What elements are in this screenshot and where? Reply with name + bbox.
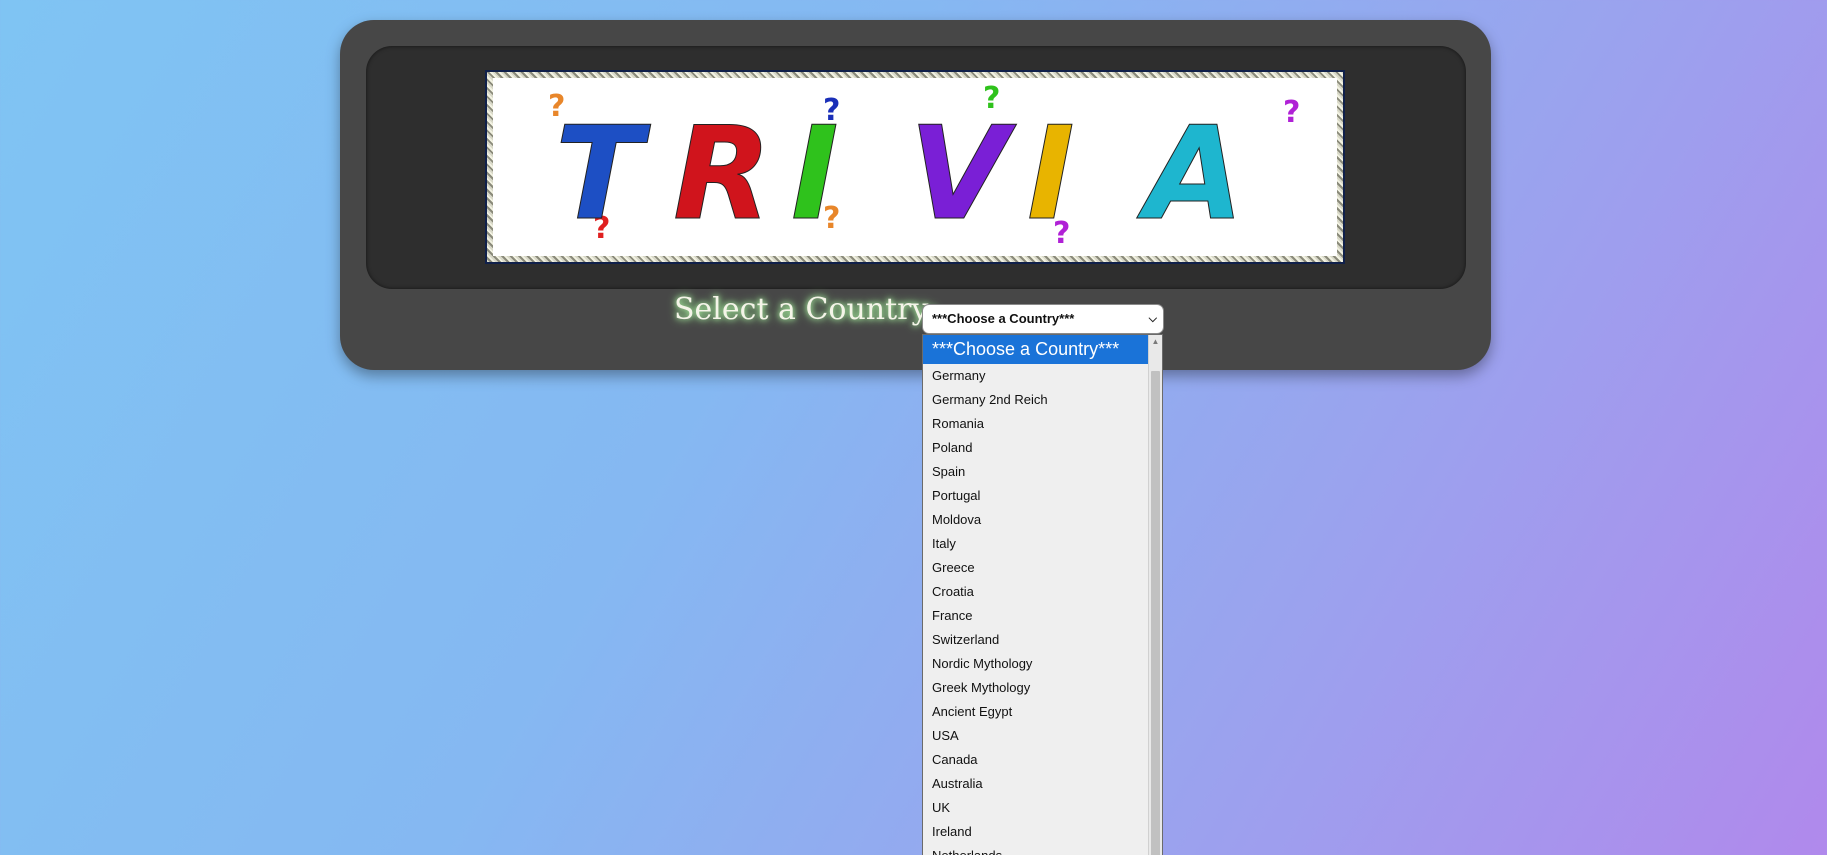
logo-letter: T (555, 100, 651, 249)
logo-letter: V (909, 100, 1017, 249)
dropdown-option[interactable]: Greece (923, 556, 1149, 580)
scroll-up-arrow-icon[interactable]: ▲ (1151, 337, 1160, 347)
trivia-logo-image: ? ? ? ? ? ? ? ? TRIVIA (548, 81, 1300, 251)
dropdown-option[interactable]: Ireland (923, 820, 1149, 844)
trivia-banner-frame: ? ? ? ? ? ? ? ? TRIVIA (485, 70, 1345, 264)
dropdown-option[interactable]: Germany 2nd Reich (923, 388, 1149, 412)
dropdown-option[interactable]: France (923, 604, 1149, 628)
dropdown-options: ***Choose a Country*** Germany Germany 2nd… (923, 335, 1149, 855)
dropdown-option[interactable]: Switzerland (923, 628, 1149, 652)
logo-letter: I (791, 100, 839, 249)
country-select-value: ***Choose a Country*** (932, 311, 1075, 326)
country-dropdown-list[interactable]: ***Choose a Country*** Germany Germany 2nd… (922, 334, 1163, 855)
dropdown-option[interactable]: Croatia (923, 580, 1149, 604)
dropdown-option[interactable]: Greek Mythology (923, 676, 1149, 700)
dropdown-scrollbar[interactable]: ▲ (1148, 335, 1162, 855)
main-panel: ? ? ? ? ? ? ? ? TRIVIA Select a Country:… (340, 20, 1491, 370)
trivia-banner: ? ? ? ? ? ? ? ? TRIVIA (493, 78, 1337, 256)
select-country-label: Select a Country: (674, 292, 939, 327)
dropdown-option[interactable]: Netherlands (923, 844, 1149, 855)
dropdown-option[interactable]: Canada (923, 748, 1149, 772)
question-mark-icon: ? (1283, 95, 1300, 130)
dropdown-option[interactable]: UK (923, 796, 1149, 820)
dropdown-option[interactable]: USA (923, 724, 1149, 748)
dropdown-option[interactable]: Nordic Mythology (923, 652, 1149, 676)
dropdown-option[interactable]: Moldova (923, 508, 1149, 532)
logo-letter: A (1136, 100, 1244, 249)
dropdown-option[interactable]: Poland (923, 436, 1149, 460)
dropdown-option[interactable]: Germany (923, 364, 1149, 388)
dropdown-option[interactable]: Ancient Egypt (923, 700, 1149, 724)
scrollbar-thumb[interactable] (1151, 371, 1160, 855)
country-select[interactable]: ***Choose a Country*** ⌵ (922, 304, 1164, 334)
dropdown-option[interactable]: Portugal (923, 484, 1149, 508)
logo-letter: R (673, 100, 772, 249)
dropdown-option[interactable]: Spain (923, 460, 1149, 484)
dropdown-option[interactable]: Italy (923, 532, 1149, 556)
logo-letter: I (1027, 100, 1075, 249)
dropdown-option[interactable]: Australia (923, 772, 1149, 796)
banner-panel: ? ? ? ? ? ? ? ? TRIVIA (366, 46, 1466, 289)
chevron-down-icon: ⌵ (1148, 313, 1157, 325)
dropdown-option[interactable]: ***Choose a Country*** (923, 335, 1149, 364)
dropdown-option[interactable]: Romania (923, 412, 1149, 436)
